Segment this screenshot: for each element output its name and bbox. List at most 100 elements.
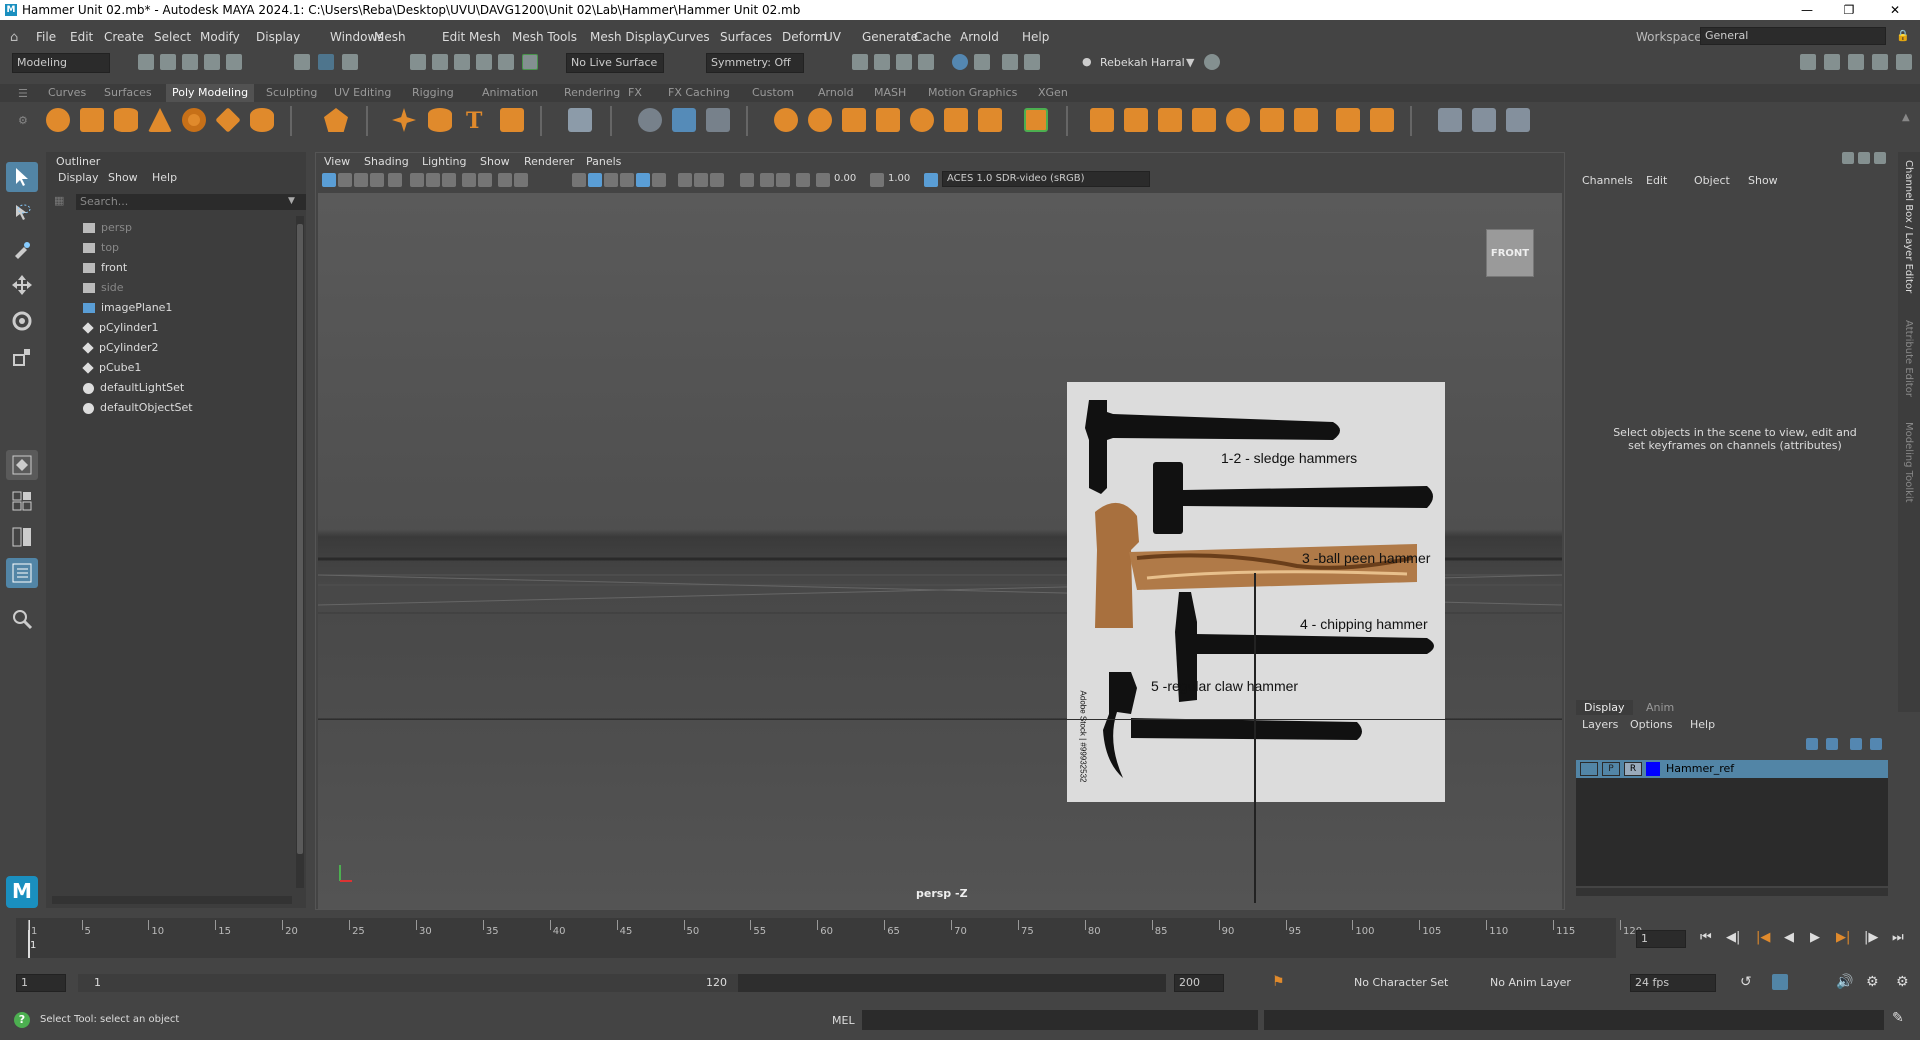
bookmark-icon[interactable]	[354, 173, 368, 187]
step-forward-icon[interactable]: |▶	[1864, 930, 1878, 945]
workspace-select[interactable]: General	[1700, 27, 1886, 45]
end-frame-field[interactable]: 200	[1174, 974, 1224, 992]
shelf-tab-motion-graphics[interactable]: Motion Graphics	[928, 86, 1017, 99]
channel-menu-object[interactable]: Object	[1694, 174, 1730, 187]
channel-box-icon-3[interactable]	[1874, 152, 1886, 164]
snap-surface-icon[interactable]	[498, 54, 514, 70]
side-tab-attribute-editor[interactable]: Attribute Editor	[1903, 320, 1914, 397]
layer-tab-anim[interactable]: Anim	[1646, 701, 1674, 714]
shadows-icon[interactable]	[678, 173, 692, 187]
connect-icon[interactable]	[1506, 108, 1530, 132]
time-slider[interactable]: 1 1 5 10 15 20 25 30 35 40 45 50 55 60 65 70 75 80 85 90 95…	[0, 918, 1920, 960]
outliner-item[interactable]: pCylinder1	[82, 320, 159, 336]
reference-image-plane[interactable]: 1-2 - sledge hammers 3 -ball peen hammer…	[1067, 382, 1445, 802]
toggle-modeling-toolkit-icon[interactable]	[1800, 54, 1816, 70]
layer-reference-toggle[interactable]: R	[1624, 762, 1642, 776]
film-gate-icon[interactable]	[426, 173, 440, 187]
shelf-tab-sculpting[interactable]: Sculpting	[266, 86, 317, 99]
anim-layer-select[interactable]: No Anim Layer	[1490, 976, 1571, 989]
poly-sphere-icon[interactable]	[46, 108, 70, 132]
search-dropdown-icon[interactable]: ▼	[288, 196, 295, 206]
wireframe-icon[interactable]	[572, 173, 586, 187]
menu-cache[interactable]: Cache	[914, 30, 951, 44]
poly-grid-icon[interactable]	[568, 108, 592, 132]
isolate-select-icon[interactable]	[740, 173, 754, 187]
exposure-field[interactable]: 0.00	[834, 173, 856, 184]
close-icon[interactable]: ✕	[1872, 0, 1918, 20]
anim-prefs-icon[interactable]: ⚙	[1866, 974, 1879, 990]
cache-playback-icon[interactable]	[1772, 974, 1788, 990]
character-set-select[interactable]: No Character Set	[1354, 976, 1448, 989]
field-chart-icon[interactable]	[478, 173, 492, 187]
live-surface-field[interactable]: No Live Surface	[566, 53, 664, 73]
super-shape-icon[interactable]	[392, 108, 416, 132]
channel-menu-show[interactable]: Show	[1748, 174, 1778, 187]
extrude-icon[interactable]	[1090, 108, 1114, 132]
shelf-tab-custom[interactable]: Custom	[752, 86, 794, 99]
side-tab-modeling-toolkit[interactable]: Modeling Toolkit	[1903, 422, 1914, 503]
redo-icon[interactable]	[226, 54, 242, 70]
menu-mesh-display[interactable]: Mesh Display	[590, 30, 670, 44]
layer-visibility-toggle[interactable]	[1580, 762, 1598, 776]
menu-mesh[interactable]: Mesh	[374, 30, 406, 44]
shelf-tab-fx-caching[interactable]: FX Caching	[668, 86, 730, 99]
safe-title-icon[interactable]	[514, 173, 528, 187]
lasso-tool-icon[interactable]	[6, 198, 38, 228]
side-tab-channel-box[interactable]: Channel Box / Layer Editor	[1903, 160, 1914, 293]
xray-icon[interactable]	[760, 173, 774, 187]
menu-surfaces[interactable]: Surfaces	[720, 30, 772, 44]
shelf-tab-animation[interactable]: Animation	[482, 86, 538, 99]
prev-key-icon[interactable]: |◀	[1756, 930, 1770, 945]
home-icon[interactable]: ⌂	[10, 30, 18, 45]
fill-hole-icon[interactable]	[944, 108, 968, 132]
slide-edge-icon[interactable]	[1438, 108, 1462, 132]
shelf-menu-icon[interactable]: ☰	[18, 87, 28, 100]
poly-cylinder-icon[interactable]	[114, 108, 138, 132]
outliner-menu-help[interactable]: Help	[152, 171, 177, 184]
camera-select-icon[interactable]	[322, 173, 336, 187]
shelf-tab-rigging[interactable]: Rigging	[412, 86, 454, 99]
snap-point-icon[interactable]	[454, 54, 470, 70]
command-input[interactable]	[862, 1010, 1258, 1030]
scale-tool-icon[interactable]	[6, 342, 38, 372]
gate-mask-icon[interactable]	[462, 173, 476, 187]
auto-key-icon[interactable]: ⚑	[1272, 974, 1285, 990]
lock-icon[interactable]: 🔒	[1896, 29, 1910, 42]
lights-icon[interactable]	[652, 173, 666, 187]
wedge-icon[interactable]	[1226, 108, 1250, 132]
menu-arnold[interactable]: Arnold	[960, 30, 999, 44]
poly-cube-icon[interactable]	[80, 108, 104, 132]
range-start-field[interactable]: 1	[94, 976, 101, 989]
motion-blur-icon[interactable]	[710, 173, 724, 187]
insert-edge-loop-icon[interactable]	[1294, 108, 1318, 132]
make-live-icon[interactable]	[522, 54, 538, 70]
pause-icon[interactable]	[1024, 54, 1040, 70]
gamma-icon[interactable]	[870, 173, 884, 187]
poke-icon[interactable]	[1260, 108, 1284, 132]
poly-cone-icon[interactable]	[148, 108, 172, 132]
menu-select[interactable]: Select	[154, 30, 191, 44]
outliner-item[interactable]: imagePlane1	[83, 300, 172, 316]
select-object-icon[interactable]	[318, 54, 334, 70]
xray-joints-icon[interactable]	[776, 173, 790, 187]
shelf-scroll-icon[interactable]: ▲	[1902, 112, 1910, 123]
platonic-solid-icon[interactable]	[324, 108, 348, 132]
xray-components-icon[interactable]	[796, 173, 810, 187]
filter-icon[interactable]: ▦	[54, 194, 64, 207]
menu-curves[interactable]: Curves	[668, 30, 710, 44]
crease-icon[interactable]	[1472, 108, 1496, 132]
render-view-icon[interactable]	[852, 54, 868, 70]
rotate-tool-icon[interactable]	[6, 306, 38, 336]
menu-edit[interactable]: Edit	[70, 30, 93, 44]
shelf-tab-surfaces[interactable]: Surfaces	[104, 86, 152, 99]
outliner-item[interactable]: defaultLightSet	[83, 380, 184, 396]
outliner-layout-icon[interactable]	[6, 558, 38, 588]
layer-row-hammer-ref[interactable]: P R Hammer_ref	[1576, 760, 1888, 778]
layer-color-swatch[interactable]	[1646, 762, 1660, 776]
mirror-icon[interactable]	[876, 108, 900, 132]
quad-draw-icon[interactable]	[1024, 108, 1048, 132]
symmetry-select[interactable]: Symmetry: Off	[706, 53, 804, 73]
single-view-layout-icon[interactable]	[6, 450, 38, 480]
outliner-search-input[interactable]: Search...	[76, 194, 306, 210]
shelf-settings-icon[interactable]: ⚙	[18, 114, 28, 127]
